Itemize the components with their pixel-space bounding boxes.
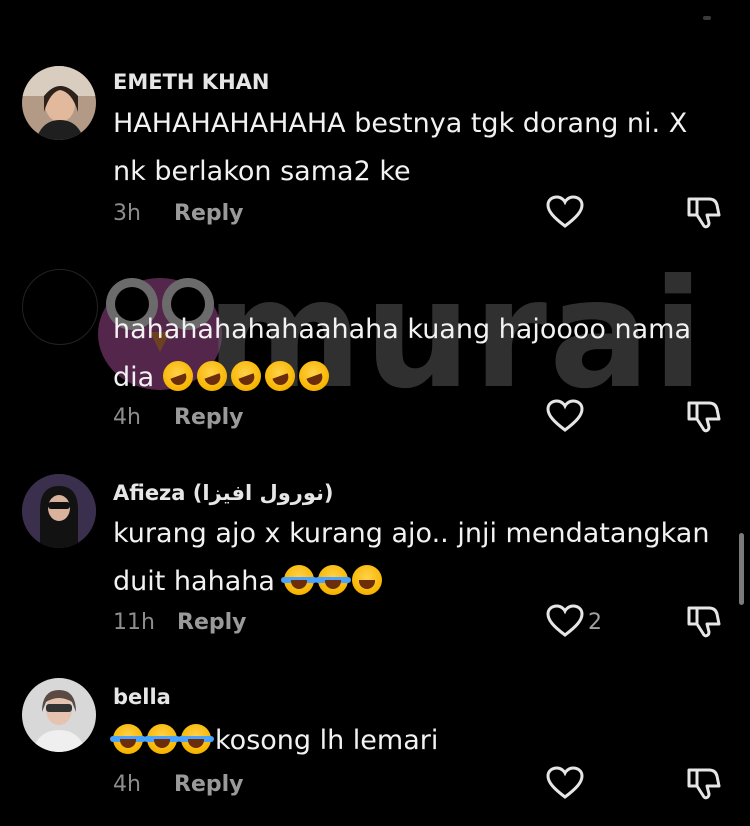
comment-time: 4h <box>113 772 141 797</box>
laughing-emoji-icon <box>280 565 317 595</box>
comment-time: 3h <box>113 201 141 226</box>
comment-text-content: kurang ajo x kurang ajo.. jnji mendatang… <box>113 518 710 597</box>
laughing-emoji-icon <box>144 724 180 754</box>
heart-icon[interactable] <box>545 603 585 639</box>
comments-screen: murai EMETH KHAN HAHAHAHAHAHA bestnya tg… <box>0 0 750 826</box>
reply-button[interactable]: Reply <box>177 610 247 635</box>
comment-username[interactable]: Afieza (نورول افيزا) <box>113 481 334 505</box>
comment-text: hahahahahahaahaha kuang hajoooo nama dia <box>113 306 723 402</box>
avatar[interactable] <box>22 678 96 752</box>
comment-username[interactable]: bella <box>113 685 171 709</box>
heart-icon[interactable] <box>545 398 585 434</box>
reply-button[interactable]: Reply <box>174 201 244 226</box>
thumbs-down-icon[interactable] <box>685 602 723 640</box>
thumbs-down-icon[interactable] <box>685 764 723 802</box>
comment-text-content: kosong lh lemari <box>215 725 439 756</box>
thumbs-down-icon[interactable] <box>685 193 723 231</box>
avatar[interactable] <box>22 474 96 548</box>
rofl-emoji-icon <box>158 356 198 396</box>
avatar[interactable] <box>22 66 96 140</box>
comment-text: kurang ajo x kurang ajo.. jnji mendatang… <box>113 510 723 606</box>
comment-time: 4h <box>113 405 141 430</box>
comment-text: HAHAHAHAHAHA bestnya tgk dorang ni. X nk… <box>113 108 688 187</box>
comment-text: kosong lh lemari <box>110 717 723 765</box>
comment-time: 11h <box>113 610 155 635</box>
comment-username[interactable]: EMETH KHAN <box>113 70 269 94</box>
rofl-emoji-icon <box>226 356 266 396</box>
thumbs-down-icon[interactable] <box>685 397 723 435</box>
laughing-emoji-icon <box>110 724 146 754</box>
scrollbar[interactable] <box>739 533 744 605</box>
laughing-emoji-icon <box>314 565 351 595</box>
rofl-emoji-icon <box>192 356 232 396</box>
heart-icon[interactable] <box>545 194 585 230</box>
laughing-emoji-icon <box>178 724 214 754</box>
rofl-emoji-icon <box>294 356 334 396</box>
heart-icon[interactable] <box>545 765 585 801</box>
like-count: 2 <box>588 610 602 635</box>
avatar[interactable] <box>22 269 98 345</box>
reply-button[interactable]: Reply <box>174 405 244 430</box>
rofl-emoji-icon <box>260 356 300 396</box>
status-indicator <box>703 16 711 20</box>
sweat-smile-emoji-icon <box>351 565 382 595</box>
reply-button[interactable]: Reply <box>174 772 244 797</box>
